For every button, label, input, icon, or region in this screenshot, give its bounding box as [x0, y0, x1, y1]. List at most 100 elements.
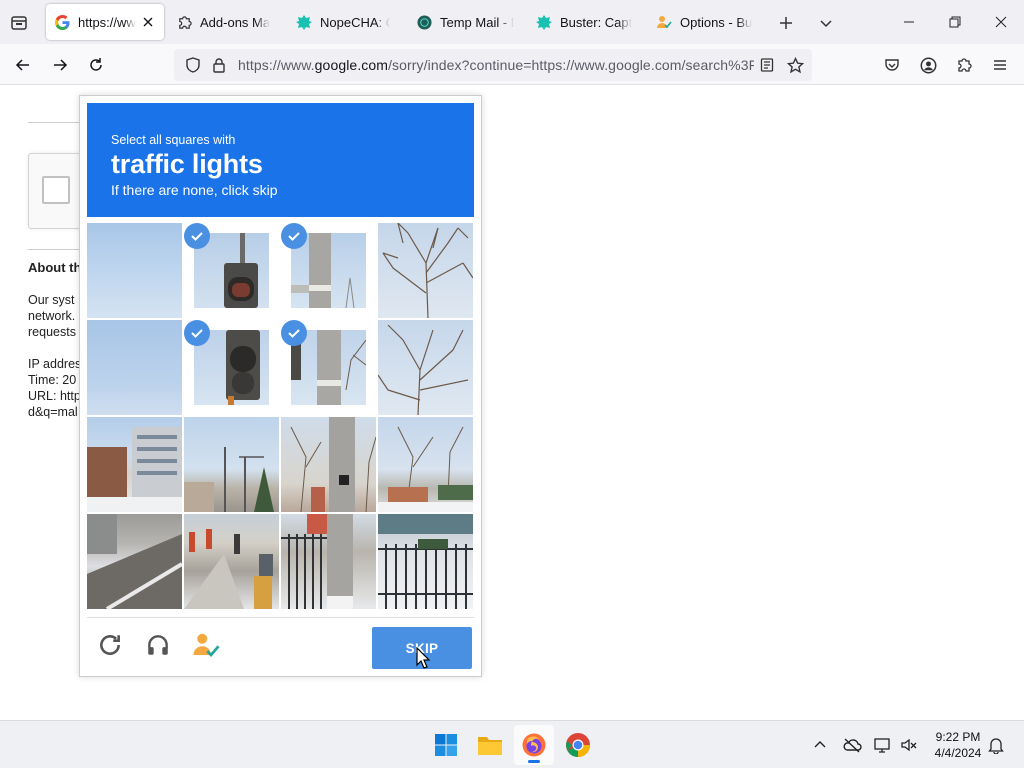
forward-button[interactable]	[45, 50, 75, 80]
chrome-icon	[566, 733, 590, 757]
account-button[interactable]	[913, 50, 943, 80]
restore-icon	[949, 16, 961, 28]
url-bar[interactable]: https://www.google.com/sorry/index?conti…	[174, 49, 812, 81]
tile-selected-check-icon	[281, 223, 307, 249]
recaptcha-checkbox[interactable]	[42, 176, 70, 204]
system-clock[interactable]: 9:22 PM 4/4/2024	[926, 729, 990, 761]
grid-tile-12[interactable]	[378, 417, 473, 512]
hamburger-menu-icon	[994, 60, 1006, 70]
url-text[interactable]: https://www.google.com/sorry/index?conti…	[238, 57, 754, 73]
tab-label: Temp Mail - Disposable Temporary Email	[440, 14, 514, 30]
network-icon[interactable]	[873, 735, 893, 755]
windows-logo-icon	[435, 734, 457, 756]
restore-button[interactable]	[932, 0, 978, 44]
new-tab-button[interactable]	[772, 9, 800, 37]
reload-icon	[90, 58, 102, 71]
firefox-view-icon	[11, 16, 27, 30]
grid-tile-10[interactable]	[184, 417, 279, 512]
extensions-button[interactable]	[949, 50, 979, 80]
tile-selected-check-icon	[281, 320, 307, 346]
google-g-icon	[54, 14, 70, 30]
page-text-line: requests	[28, 325, 76, 339]
reader-view-icon[interactable]	[758, 56, 776, 74]
url-prefix: https://www.	[238, 57, 315, 73]
grid-tile-7[interactable]	[281, 320, 376, 415]
audio-challenge-headphones-icon[interactable]	[143, 630, 173, 660]
tab-addons-manager[interactable]: Add-ons Manager	[168, 4, 278, 40]
firefox-icon	[522, 733, 546, 757]
recaptcha-challenge: Select all squares with traffic lights I…	[79, 95, 482, 677]
grid-tile-2[interactable]	[184, 223, 279, 318]
lock-icon[interactable]	[210, 56, 228, 74]
tab-label: Buster: Captcha Solver	[560, 14, 632, 30]
tab-google-sorry[interactable]: https://www.google.com/sorry/index?conti…	[46, 4, 164, 40]
list-all-tabs-button[interactable]	[812, 9, 840, 37]
page-text-line: d&q=mal	[28, 405, 78, 419]
grid-tile-14[interactable]	[184, 514, 279, 609]
reload-button[interactable]	[81, 50, 111, 80]
page-text-line: IP addres	[28, 357, 82, 371]
active-app-indicator	[528, 760, 540, 763]
target-object-label: traffic lights	[111, 149, 263, 179]
tracking-protection-icon[interactable]	[184, 56, 202, 74]
tab-buster-options[interactable]: Options - Buster	[648, 4, 760, 40]
grid-tile-13[interactable]	[87, 514, 182, 609]
reload-challenge-icon[interactable]	[95, 630, 125, 660]
page-text-line: Time: 20	[28, 373, 77, 387]
challenge-header: Select all squares with traffic lights I…	[87, 103, 474, 217]
plus-icon	[780, 17, 792, 29]
app-menu-button[interactable]	[985, 50, 1015, 80]
show-hidden-icons-chevron-up-icon[interactable]	[810, 735, 830, 755]
puzzle-icon	[958, 58, 972, 72]
tab-nopecha[interactable]: NopeCHA: CAPTCHA Solver	[288, 4, 398, 40]
bookmark-star-icon[interactable]	[786, 56, 804, 74]
grid-tile-3[interactable]	[281, 223, 376, 318]
close-tab-icon[interactable]	[140, 14, 156, 30]
tile-selected-check-icon	[184, 223, 210, 249]
pocket-button[interactable]	[877, 50, 907, 80]
account-icon	[920, 57, 936, 73]
onedrive-offline-icon[interactable]	[842, 735, 862, 755]
navigation-toolbar: https://www.google.com/sorry/index?conti…	[0, 44, 1024, 85]
grid-tile-16[interactable]	[378, 514, 473, 609]
tile-selected-check-icon	[184, 320, 210, 346]
grid-tile-9[interactable]	[87, 417, 182, 512]
grid-tile-1[interactable]	[87, 223, 182, 318]
tab-label: Options - Buster	[680, 14, 752, 30]
start-button[interactable]	[426, 725, 466, 765]
puzzle-icon	[176, 14, 192, 30]
grid-tile-11[interactable]	[281, 417, 376, 512]
grid-tile-5[interactable]	[87, 320, 182, 415]
volume-muted-icon[interactable]	[899, 735, 919, 755]
tab-temp-mail[interactable]: Temp Mail - Disposable Temporary Email	[408, 4, 522, 40]
page-heading: About th	[28, 260, 82, 275]
notifications-bell-icon[interactable]	[986, 735, 1006, 755]
url-path: /sorry/index?continue=https://www.google…	[388, 57, 754, 73]
mouse-pointer-icon	[416, 647, 430, 669]
tempmail-icon	[416, 14, 432, 30]
tab-label: NopeCHA: CAPTCHA Solver	[320, 14, 390, 30]
minimize-button[interactable]	[886, 0, 932, 44]
firefox-taskbar-button[interactable]	[514, 725, 554, 765]
buster-solver-icon[interactable]	[191, 630, 221, 660]
grid-tile-15[interactable]	[281, 514, 376, 609]
arrow-right-icon	[54, 59, 68, 71]
close-window-button[interactable]	[978, 0, 1024, 44]
grid-tile-8[interactable]	[378, 320, 473, 415]
tab-strip: https://www.google.com/sorry/index?conti…	[0, 0, 1024, 44]
folder-icon	[478, 737, 502, 755]
url-host: google.com	[314, 57, 389, 73]
chrome-taskbar-button[interactable]	[558, 725, 598, 765]
clock-time: 9:22 PM	[935, 730, 981, 744]
instruction-text: Select all squares with	[111, 133, 236, 147]
grid-tile-6[interactable]	[184, 320, 279, 415]
instruction-hint: If there are none, click skip	[111, 182, 278, 198]
firefox-view-button[interactable]	[6, 10, 32, 36]
tab-buster[interactable]: Buster: Captcha Solver	[528, 4, 640, 40]
grid-tile-4[interactable]	[378, 223, 473, 318]
tab-label: https://www.google.com/sorry/index?conti…	[78, 14, 136, 30]
page-text-line: network.	[28, 309, 76, 323]
clock-date: 4/4/2024	[934, 746, 982, 760]
back-button[interactable]	[8, 50, 38, 80]
file-explorer-button[interactable]	[470, 725, 510, 765]
